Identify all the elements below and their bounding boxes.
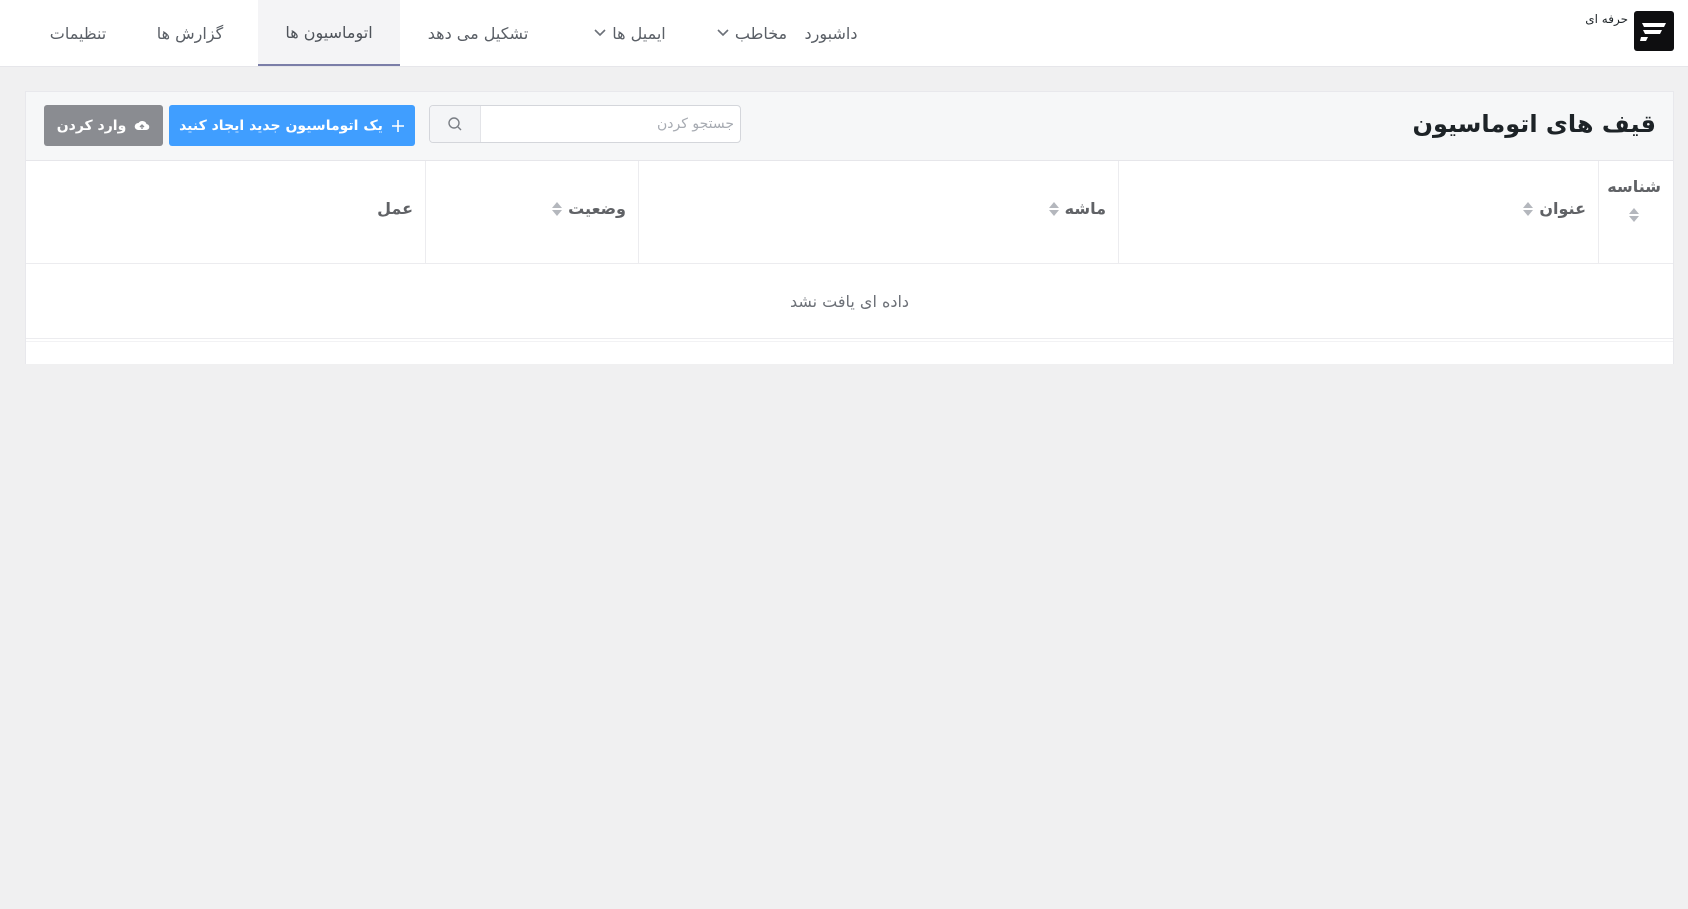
logo[interactable] [1634, 11, 1674, 51]
nav-item-automations[interactable]: اتوماسیون ها [258, 0, 400, 66]
page-title: قیف های اتوماسیون [1412, 110, 1656, 138]
logo-mark-icon [1640, 23, 1666, 41]
column-trigger-header[interactable]: ماشه [638, 161, 1118, 263]
column-label: ماشه [1064, 199, 1106, 218]
column-id-header[interactable]: شناسه [1598, 161, 1673, 263]
nav-item-label: تشکیل می دهد [427, 23, 529, 43]
import-button[interactable]: وارد کردن [44, 105, 163, 146]
nav-item-label: ایمیل ها [612, 23, 666, 43]
search-icon [448, 117, 462, 131]
empty-state: داده ای یافت نشد [26, 264, 1673, 339]
automation-funnels-panel: قیف های اتوماسیون یک اتوماسیون جدید ایجا… [25, 91, 1674, 364]
sort-icon[interactable] [1629, 208, 1640, 222]
sort-icon[interactable] [552, 201, 563, 216]
column-label: وضعیت [568, 199, 626, 218]
table-footer [26, 341, 1673, 364]
chevron-down-icon [594, 25, 606, 41]
column-status-header[interactable]: وضعیت [425, 161, 638, 263]
column-title-header[interactable]: عنوان [1118, 161, 1598, 263]
search-button[interactable] [430, 106, 481, 142]
nav-item-label: گزارش ها [156, 23, 224, 43]
search-input[interactable] [482, 106, 738, 142]
nav-item-label: اتوماسیون ها [285, 22, 373, 42]
column-action-header: عمل [26, 161, 425, 263]
column-label: عنوان [1539, 199, 1586, 218]
table-header: شناسه عنوان ماشه وضعیت عمل [26, 161, 1673, 264]
search-box [429, 105, 741, 143]
sort-icon[interactable] [1048, 201, 1059, 216]
nav-item-label: داشبورد [804, 23, 858, 43]
chevron-down-icon [717, 25, 729, 41]
column-label: شناسه [1607, 177, 1661, 196]
nav-item-settings[interactable]: تنظیمات [28, 0, 128, 66]
nav-item-emails[interactable]: ایمیل ها [572, 0, 688, 66]
nav-item-contacts[interactable]: مخاطب [692, 0, 812, 66]
sort-icon[interactable] [1523, 201, 1534, 216]
column-label: عمل [377, 199, 413, 218]
panel-header: قیف های اتوماسیون یک اتوماسیون جدید ایجا… [26, 92, 1673, 161]
upload-cloud-icon [134, 119, 150, 133]
brand-name: حرفه ای [1585, 12, 1628, 26]
nav-item-label: تنظیمات [49, 23, 107, 43]
nav-item-forms[interactable]: تشکیل می دهد [403, 0, 553, 66]
nav-item-label: مخاطب [734, 23, 788, 43]
nav-item-reports[interactable]: گزارش ها [135, 0, 245, 66]
create-automation-label: یک اتوماسیون جدید ایجاد کنید [179, 117, 383, 134]
plus-icon [391, 119, 405, 133]
create-automation-button[interactable]: یک اتوماسیون جدید ایجاد کنید [169, 105, 415, 146]
import-label: وارد کردن [56, 117, 127, 134]
top-navigation: حرفه ای داشبورد مخاطب ایمیل ها تشکیل می … [0, 0, 1688, 67]
